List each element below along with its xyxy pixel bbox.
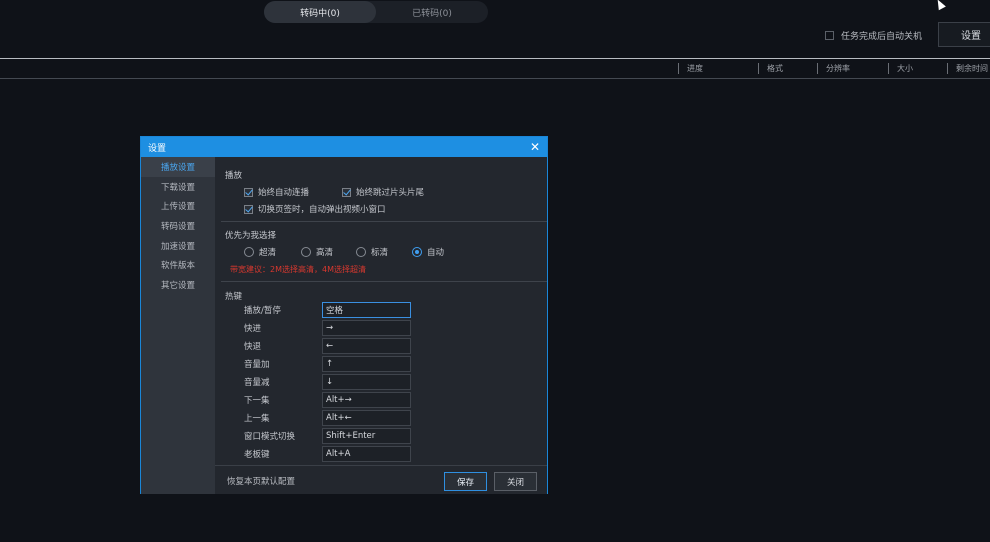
quality-radio-ultra[interactable] [244,247,254,257]
hotkey-label: 老板键 [244,450,270,460]
dialog-titlebar[interactable]: 设置 ✕ [141,137,547,157]
section-title-quality: 优先为我选择 [225,231,277,241]
settings-content: 播放 始终自动连播 始终跳过片头片尾 切换页签时，自动弹出视频小窗口 优先为我选… [215,157,547,465]
save-button[interactable]: 保存 [444,472,487,491]
section-divider [221,221,547,222]
quality-label-standard: 标清 [371,248,389,258]
hotkey-label: 播放/暂停 [244,306,281,316]
section-title-hotkeys: 热键 [225,292,243,302]
table-header-divider [0,78,990,79]
restore-defaults-link[interactable]: 恢复本页默认配置 [227,475,295,487]
hotkey-row: 上一集 Alt+← [244,410,414,426]
quality-option-standard[interactable]: 标清 [356,246,388,258]
auto-shutdown-label: 任务完成后自动关机 [841,32,923,42]
section-divider [221,281,547,282]
hotkey-label: 快进 [244,324,262,334]
hotkey-play-pause-field[interactable]: 空格 [322,302,411,318]
settings-dialog: 设置 ✕ 播放设置 下载设置 上传设置 转码设置 加速设置 软件版本 其它设置 … [140,136,548,494]
hotkey-boss-key-field[interactable]: Alt+A [322,446,411,462]
popup-window-option[interactable]: 切换页签时，自动弹出视频小窗口 [244,203,386,215]
column-resolution[interactable]: 分辨率 [817,63,850,74]
hotkey-forward-field[interactable]: → [322,320,411,336]
hotkey-label: 快退 [244,342,262,352]
quality-label-auto: 自动 [427,248,445,258]
settings-button[interactable]: 设置 [938,22,990,47]
settings-sidebar: 播放设置 下载设置 上传设置 转码设置 加速设置 软件版本 其它设置 [141,157,215,494]
auto-continue-option[interactable]: 始终自动连播 [244,186,309,198]
hotkey-row: 快进 → [244,320,414,336]
hotkey-label: 窗口模式切换 [244,432,296,442]
hotkey-row: 音量减 ↓ [244,374,414,390]
hotkey-row: 快退 ← [244,338,414,354]
mouse-cursor-icon [934,0,946,11]
skip-intro-label: 始终跳过片头片尾 [356,188,425,198]
close-button[interactable]: 关闭 [494,472,537,491]
hotkey-next-field[interactable]: Alt+→ [322,392,411,408]
column-progress[interactable]: 进度 [678,63,703,74]
hotkey-window-mode-field[interactable]: Shift+Enter [322,428,411,444]
column-remaining-time[interactable]: 剩余时间 [947,63,988,74]
quality-label-ultra: 超清 [259,248,277,258]
hotkey-prev-field[interactable]: Alt+← [322,410,411,426]
quality-option-high[interactable]: 高清 [301,246,333,258]
quality-label-high: 高清 [316,248,334,258]
hotkey-volume-up-field[interactable]: ↑ [322,356,411,372]
sidebar-item-version[interactable]: 软件版本 [141,255,215,275]
auto-continue-checkbox[interactable] [244,187,253,197]
sidebar-item-play[interactable]: 播放设置 [141,157,215,177]
sidebar-item-accelerate[interactable]: 加速设置 [141,236,215,256]
skip-intro-option[interactable]: 始终跳过片头片尾 [342,186,424,198]
sidebar-item-download[interactable]: 下载设置 [141,177,215,197]
tab-transcoded[interactable]: 已转码(0) [376,1,488,23]
popup-window-checkbox[interactable] [244,204,253,214]
toolbar-divider [0,58,990,59]
quality-radio-auto[interactable] [412,247,422,257]
hotkey-label: 下一集 [244,396,270,406]
tab-transcoding[interactable]: 转码中(0) [264,1,376,23]
quality-option-ultra[interactable]: 超清 [244,246,276,258]
column-size[interactable]: 大小 [888,63,913,74]
hotkey-row: 播放/暂停 空格 [244,302,414,318]
hotkey-label: 上一集 [244,414,270,424]
auto-shutdown-option[interactable]: 任务完成后自动关机 [825,29,922,42]
popup-window-label: 切换页签时，自动弹出视频小窗口 [258,205,386,215]
dialog-title: 设置 [148,143,167,154]
close-icon[interactable]: ✕ [530,141,540,153]
dialog-footer: 恢复本页默认配置 保存 关闭 [215,465,547,494]
quality-option-auto[interactable]: 自动 [412,246,444,258]
hotkey-row: 老板键 Alt+A [244,446,414,462]
hotkey-label: 音量减 [244,378,270,388]
hotkey-row: 下一集 Alt+→ [244,392,414,408]
bandwidth-tip: 带宽建议：2M选择高清，4M选择超清 [230,265,366,274]
sidebar-item-transcode[interactable]: 转码设置 [141,216,215,236]
hotkey-rewind-field[interactable]: ← [322,338,411,354]
hotkey-row: 窗口模式切换 Shift+Enter [244,428,414,444]
auto-continue-label: 始终自动连播 [258,188,310,198]
column-format[interactable]: 格式 [758,63,783,74]
transcode-tabs: 转码中(0) 已转码(0) [264,1,488,23]
skip-intro-checkbox[interactable] [342,187,351,197]
section-title-play: 播放 [225,171,243,181]
hotkey-label: 音量加 [244,360,270,370]
quality-radio-high[interactable] [301,247,311,257]
quality-radio-standard[interactable] [356,247,366,257]
sidebar-item-upload[interactable]: 上传设置 [141,196,215,216]
hotkey-row: 音量加 ↑ [244,356,414,372]
auto-shutdown-checkbox[interactable] [825,31,834,40]
sidebar-item-other[interactable]: 其它设置 [141,275,215,295]
hotkey-volume-down-field[interactable]: ↓ [322,374,411,390]
task-table-header: 进度 格式 分辨率 大小 剩余时间 [0,60,990,78]
